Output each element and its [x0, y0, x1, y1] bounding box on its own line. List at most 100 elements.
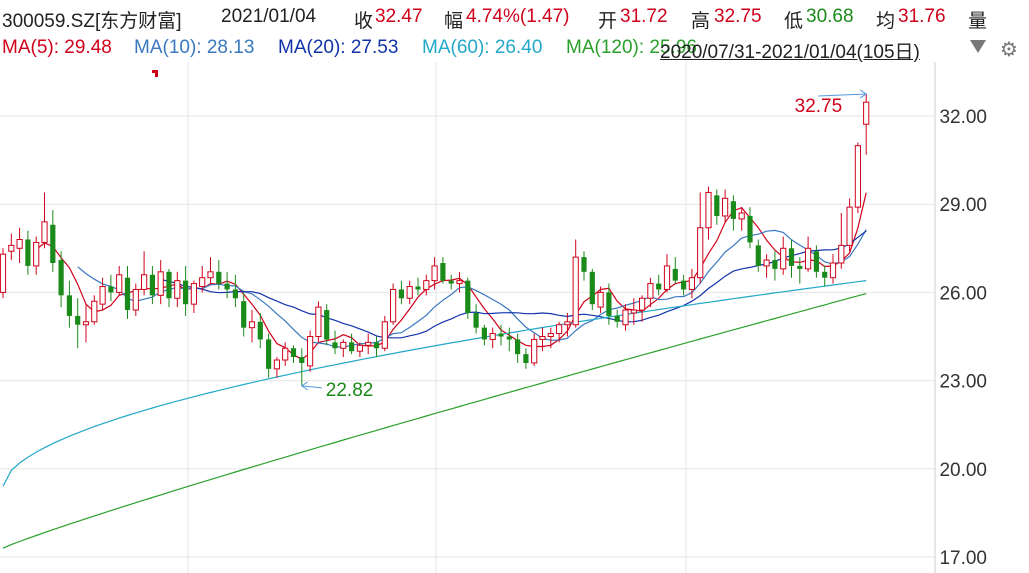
- candle-body: [390, 288, 397, 323]
- candle: [166, 268, 172, 308]
- candle-body: [16, 238, 23, 249]
- change-label: 幅: [444, 11, 464, 32]
- period-high-label: 32.75: [795, 96, 843, 117]
- change-value: 4.74%(1.47): [466, 6, 570, 27]
- candle-body: [315, 306, 322, 338]
- candle: [290, 345, 297, 363]
- candle: [224, 271, 230, 299]
- low-value: 30.68: [806, 6, 854, 27]
- candle: [132, 283, 139, 316]
- candle-body: [324, 310, 330, 340]
- candle: [515, 333, 521, 363]
- candle: [714, 189, 720, 225]
- avg-label: 均: [876, 11, 896, 32]
- high-label: 高: [691, 11, 711, 32]
- ma5-label[interactable]: MA(5): 29.48: [2, 37, 112, 59]
- candle: [273, 357, 280, 378]
- gear-icon[interactable]: ⚙: [1000, 37, 1018, 62]
- candle: [66, 280, 72, 328]
- red-marker-icon: [152, 70, 158, 77]
- candle-body: [780, 247, 787, 270]
- candle: [639, 295, 646, 322]
- moving-average-lines: [2, 192, 867, 549]
- candle-body: [75, 315, 81, 325]
- candle: [340, 339, 347, 358]
- date-range-selector[interactable]: 2020/07/31-2021/01/04(105日): [660, 37, 920, 62]
- period-low-label: 22.82: [326, 380, 374, 401]
- candle: [307, 330, 314, 372]
- y-tick-label: 23.00: [939, 372, 987, 393]
- candle-body: [340, 341, 347, 349]
- candle-body: [66, 295, 72, 316]
- candle-body: [523, 354, 529, 363]
- candle-body: [556, 324, 563, 335]
- candle-body: [157, 271, 164, 296]
- candle-body: [863, 101, 870, 125]
- candle-body: [33, 241, 40, 267]
- candle-body: [108, 286, 114, 293]
- candle: [332, 330, 338, 355]
- ma60-line: [2, 280, 867, 487]
- candle: [232, 274, 238, 308]
- candle-body: [498, 333, 504, 337]
- candle: [772, 251, 778, 281]
- candlestick-chart[interactable]: 32.00 29.00 26.00 23.00 20.00 17.00 32.75 22.8…: [0, 62, 1029, 573]
- stock-symbol[interactable]: 300059.SZ[东方财富]: [2, 6, 182, 33]
- triangle-down-icon[interactable]: [970, 40, 986, 53]
- candle-body: [822, 271, 828, 278]
- candle-body: [688, 277, 695, 290]
- candle-body: [299, 357, 305, 363]
- candle-body: [356, 344, 363, 352]
- candle-body: [290, 348, 297, 358]
- candle: [838, 213, 845, 269]
- y-axis-ticks: 32.00 29.00 26.00 23.00 20.00 17.00: [939, 107, 987, 569]
- candle: [33, 236, 40, 275]
- candle: [0, 248, 7, 299]
- candle-body: [124, 277, 131, 311]
- candle-body: [846, 206, 853, 246]
- candle-body: [681, 280, 687, 290]
- ma10-label[interactable]: MA(10): 28.13: [134, 37, 254, 59]
- ma60-label[interactable]: MA(60): 26.40: [422, 37, 542, 59]
- candle: [365, 333, 372, 355]
- candle-body: [25, 239, 31, 266]
- candle: [373, 336, 380, 358]
- candle-body: [589, 271, 595, 305]
- y-tick-label: 32.00: [939, 107, 987, 128]
- candle-body: [58, 260, 64, 296]
- candle-body: [772, 260, 778, 269]
- candle-body: [515, 339, 521, 355]
- candle: [572, 239, 579, 328]
- candle-body: [99, 286, 106, 305]
- close-value: 32.47: [375, 6, 423, 27]
- ma20-label[interactable]: MA(20): 27.53: [278, 37, 398, 59]
- candle-body: [282, 347, 289, 361]
- candle-body: [141, 274, 148, 290]
- candle: [141, 251, 148, 296]
- candle: [473, 304, 479, 334]
- candle: [481, 324, 487, 346]
- candle-body: [797, 265, 803, 269]
- candle: [248, 310, 256, 343]
- candle-body: [614, 315, 620, 322]
- candle: [705, 186, 712, 240]
- candle: [523, 348, 529, 369]
- candle: [747, 207, 753, 249]
- open-label: 开: [598, 11, 618, 32]
- candle-body: [199, 277, 206, 288]
- open-value: 31.72: [620, 6, 668, 27]
- candle: [531, 333, 538, 366]
- candle-body: [307, 336, 314, 367]
- candle-body: [622, 309, 629, 326]
- candle: [489, 327, 496, 349]
- candle-body: [755, 245, 761, 266]
- candle: [124, 265, 131, 319]
- candle-body: [0, 253, 7, 293]
- candle-body: [241, 301, 247, 328]
- candle: [282, 342, 289, 366]
- candle: [315, 301, 322, 343]
- candle-body: [41, 221, 48, 243]
- candle-body: [257, 321, 263, 340]
- candle: [324, 304, 330, 346]
- candle: [788, 239, 795, 278]
